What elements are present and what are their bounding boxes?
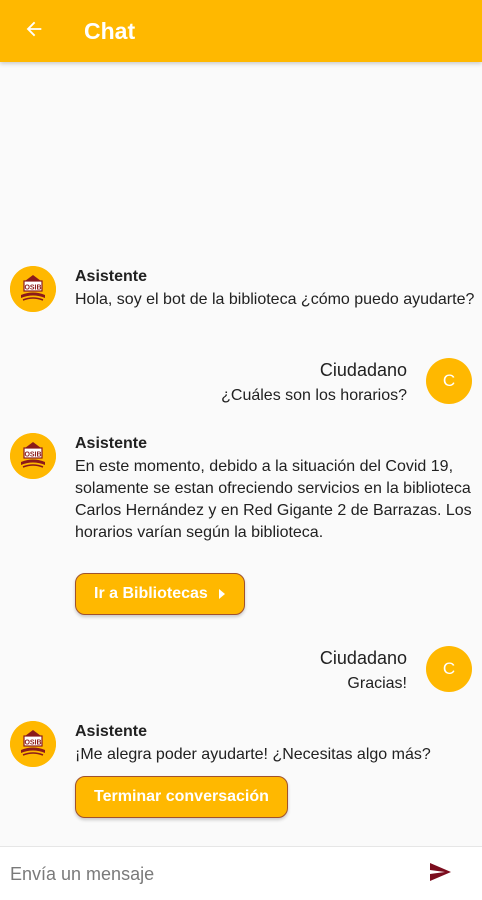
svg-text:OSIB: OSIB	[24, 285, 41, 292]
sender-name: Asistente	[75, 435, 148, 452]
library-logo-icon: OSIB	[10, 721, 56, 767]
message-list[interactable]: OSIB Asistente Hola, soy el bot de la bi…	[0, 62, 482, 846]
end-conversation-button[interactable]: Terminar conversación	[75, 776, 288, 818]
back-button[interactable]	[0, 0, 68, 62]
svg-text:OSIB: OSIB	[24, 452, 41, 459]
button-label: Terminar conversación	[94, 788, 269, 805]
sender-name: Ciudadano	[319, 648, 407, 668]
message-composer	[0, 846, 482, 900]
bot-avatar: OSIB	[10, 433, 56, 479]
message-input[interactable]	[0, 847, 410, 900]
page-title: Chat	[84, 17, 136, 44]
button-label: Ir a Bibliotecas	[94, 585, 208, 602]
sender-name: Ciudadano	[319, 360, 407, 380]
app-bar: Chat	[0, 0, 482, 62]
user-avatar: C	[426, 646, 472, 692]
message-text: ¡Me alegra poder ayudarte! ¿Necesitas al…	[75, 746, 431, 763]
user-message: Ciudadano Gracias! C	[0, 646, 482, 696]
user-message: Ciudadano ¿Cuáles son los horarios? C	[0, 358, 482, 408]
message-text: ¿Cuáles son los horarios?	[221, 387, 407, 404]
go-to-libraries-button[interactable]: Ir a Bibliotecas	[75, 573, 245, 615]
library-logo-icon: OSIB	[10, 433, 56, 479]
sender-name: Asistente	[75, 723, 148, 740]
message-text: En este momento, debido a la situación d…	[75, 458, 472, 541]
bot-avatar: OSIB	[10, 721, 56, 767]
bot-avatar: OSIB	[10, 266, 56, 312]
message-text: Gracias!	[347, 675, 407, 692]
library-logo-icon: OSIB	[10, 266, 56, 312]
sender-name: Asistente	[75, 268, 148, 285]
send-button[interactable]	[420, 858, 460, 890]
message-text: Hola, soy el bot de la biblioteca ¿cómo …	[75, 291, 475, 308]
caret-right-icon	[218, 588, 226, 600]
arrow-left-icon	[23, 18, 45, 45]
send-icon	[426, 860, 454, 889]
svg-text:OSIB: OSIB	[24, 740, 41, 747]
user-avatar: C	[426, 358, 472, 404]
